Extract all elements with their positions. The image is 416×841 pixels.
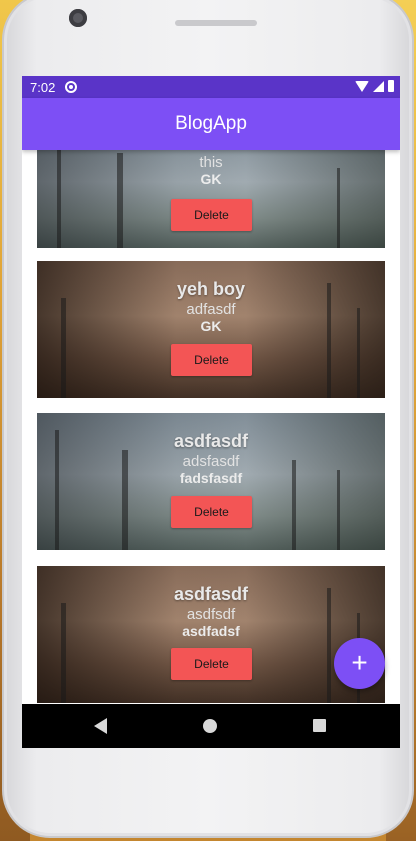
wifi-icon: [355, 80, 369, 92]
home-icon[interactable]: [203, 719, 217, 733]
device-screen: 7:02 BlogApp this GK Delete yeh boy adfa: [22, 76, 400, 748]
plus-icon: +: [351, 647, 368, 678]
status-icons: [355, 80, 394, 92]
delete-button[interactable]: Delete: [171, 344, 252, 376]
post-card[interactable]: yeh boy adfasdf GK Delete: [37, 261, 385, 398]
post-body: adfasdf: [186, 301, 236, 318]
delete-button[interactable]: Delete: [171, 648, 252, 680]
app-bar: BlogApp: [22, 98, 400, 150]
battery-icon: [388, 80, 394, 92]
delete-button[interactable]: Delete: [171, 496, 252, 528]
post-title: yeh boy: [176, 279, 246, 299]
navigation-bar: [22, 704, 400, 748]
post-author: fadsfasdf: [179, 470, 243, 486]
post-body: adsfasdf: [182, 453, 240, 470]
app-title: BlogApp: [175, 113, 247, 134]
status-time: 7:02: [30, 80, 56, 95]
recents-icon[interactable]: [313, 719, 326, 732]
status-bar: 7:02: [22, 76, 400, 98]
post-card[interactable]: asdfasdf asdfsdf asdfadsf Delete: [37, 566, 385, 703]
post-title: [37, 150, 385, 152]
post-card[interactable]: asdfasdf adsfasdf fadsfasdf Delete: [37, 413, 385, 550]
post-author: asdfadsf: [182, 623, 240, 639]
post-author: GK: [200, 171, 222, 187]
delete-button[interactable]: Delete: [171, 199, 252, 231]
sync-icon: [65, 81, 77, 93]
post-list[interactable]: this GK Delete yeh boy adfasdf GK Delete…: [22, 150, 400, 704]
earpiece-speaker: [175, 20, 257, 26]
post-author: GK: [200, 318, 222, 334]
front-camera: [69, 9, 87, 27]
add-post-button[interactable]: +: [334, 638, 385, 689]
post-card[interactable]: this GK Delete: [37, 150, 385, 248]
post-title: asdfasdf: [173, 584, 249, 604]
post-body: asdfsdf: [186, 606, 236, 623]
post-title: asdfasdf: [173, 431, 249, 451]
signal-icon: [373, 80, 384, 92]
back-icon[interactable]: [94, 718, 107, 734]
post-body: this: [199, 154, 223, 171]
